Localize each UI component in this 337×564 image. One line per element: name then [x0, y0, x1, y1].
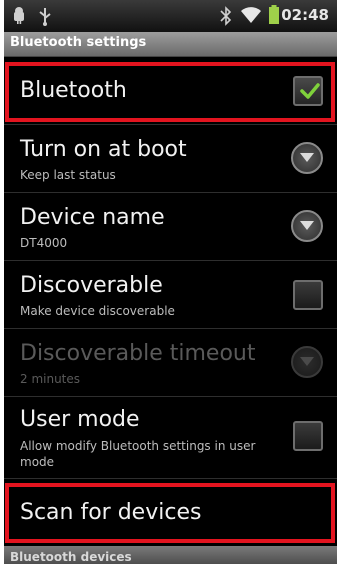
device-name-dropdown[interactable] — [291, 210, 323, 242]
divider — [4, 478, 337, 479]
discoverable-summary: Make device discoverable — [20, 304, 175, 318]
battery-icon — [268, 5, 280, 29]
check-icon — [300, 83, 320, 99]
discoverable-checkbox[interactable] — [293, 280, 323, 310]
turn-on-at-boot-row[interactable]: Turn on at boot Keep last status — [4, 125, 337, 192]
chevron-down-icon — [300, 357, 314, 366]
turn-on-at-boot-dropdown[interactable] — [291, 142, 323, 174]
android-screen: 02:48 Bluetooth settings Bluetooth Turn … — [4, 0, 337, 564]
user-mode-label: User mode — [20, 407, 140, 432]
scan-for-devices-label: Scan for devices — [20, 500, 202, 525]
bluetooth-icon — [220, 6, 232, 30]
turn-on-at-boot-summary: Keep last status — [20, 168, 116, 182]
discoverable-timeout-summary: 2 minutes — [20, 372, 81, 386]
chevron-down-icon — [300, 221, 314, 230]
discoverable-label: Discoverable — [20, 273, 163, 298]
device-name-label: Device name — [20, 205, 165, 230]
status-bar: 02:48 — [4, 0, 337, 32]
turn-on-at-boot-label: Turn on at boot — [20, 137, 187, 162]
bluetooth-devices-header: Bluetooth devices — [4, 546, 337, 564]
discoverable-row[interactable]: Discoverable Make device discoverable — [4, 261, 337, 328]
device-name-summary: DT4000 — [20, 236, 68, 250]
title-bar: Bluetooth settings — [4, 32, 337, 57]
chevron-down-icon — [300, 153, 314, 162]
page-title: Bluetooth settings — [10, 35, 147, 50]
user-mode-checkbox[interactable] — [293, 421, 323, 451]
clock-time: 02:48 — [281, 6, 329, 24]
bluetooth-toggle-row[interactable]: Bluetooth — [4, 62, 337, 122]
discoverable-timeout-dropdown — [291, 346, 323, 378]
user-mode-summary: Allow modify Bluetooth settings in user … — [20, 439, 256, 469]
device-name-row[interactable]: Device name DT4000 — [4, 193, 337, 260]
bluetooth-label: Bluetooth — [20, 78, 127, 103]
wifi-icon — [240, 6, 262, 28]
discoverable-timeout-row: Discoverable timeout 2 minutes — [4, 329, 337, 396]
discoverable-timeout-label: Discoverable timeout — [20, 341, 256, 366]
usb-icon — [38, 6, 52, 30]
section-header-label: Bluetooth devices — [10, 550, 132, 564]
scan-for-devices-row[interactable]: Scan for devices — [4, 483, 337, 543]
android-notification-icon — [12, 6, 26, 28]
bluetooth-checkbox[interactable] — [293, 76, 323, 106]
user-mode-row[interactable]: User mode Allow modify Bluetooth setting… — [4, 397, 337, 477]
